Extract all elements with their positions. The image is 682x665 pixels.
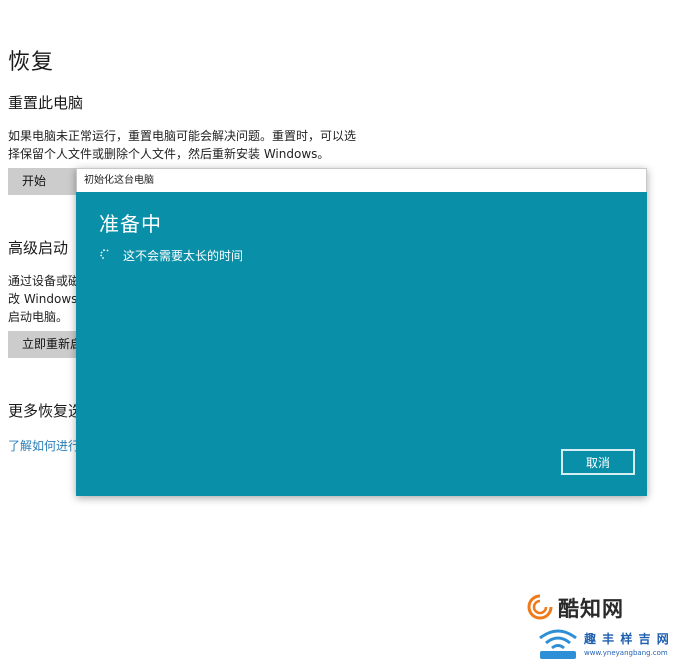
watermark-brand2-url: www.yneyangbang.com	[584, 649, 668, 657]
watermark-brand2-text: 趣 丰 样 吉 网	[584, 632, 670, 646]
page-title: 恢复	[8, 50, 55, 75]
reset-pc-dialog: 初始化这台电脑 准备中 这不会需要太长的时间 取消	[76, 168, 647, 496]
advanced-startup-description-line2: 改 Windows	[8, 292, 78, 306]
watermark-brand1: 酷知网	[526, 592, 666, 622]
loading-spinner-icon	[100, 249, 109, 259]
more-recovery-title: 更多恢复选	[8, 402, 84, 420]
advanced-startup-description: 通过设备或磁 改 Windows 启动电脑。	[8, 272, 80, 326]
advanced-startup-description-line3: 启动电脑。	[8, 310, 69, 324]
advanced-startup-description-line1: 通过设备或磁	[8, 274, 81, 288]
reset-pc-description-line2: 择保留个人文件或删除个人文件，然后重新安装 Windows。	[8, 147, 330, 161]
learn-more-link[interactable]: 了解如何进行	[8, 437, 80, 454]
reset-pc-description-line1: 如果电脑未正常运行，重置电脑可能会解决问题。重置时，可以选	[8, 129, 357, 143]
dialog-status-text: 这不会需要太长的时间	[123, 249, 244, 263]
watermark-brand2: 趣 丰 样 吉 网 www.yneyangbang.com	[536, 624, 676, 662]
dialog-heading: 准备中	[99, 212, 162, 236]
wifi-house-icon	[539, 629, 577, 659]
dialog-titlebar: 初始化这台电脑	[76, 168, 647, 192]
recovery-settings-page: 恢复 重置此电脑 如果电脑未正常运行，重置电脑可能会解决问题。重置时，可以选 择…	[0, 0, 682, 665]
reset-pc-description: 如果电脑未正常运行，重置电脑可能会解决问题。重置时，可以选 择保留个人文件或删除…	[8, 127, 356, 163]
start-reset-button[interactable]: 开始	[8, 168, 80, 195]
dialog-body: 准备中 这不会需要太长的时间 取消	[76, 192, 647, 496]
reset-pc-title: 重置此电脑	[8, 94, 84, 112]
watermark-logo-icon	[527, 594, 553, 620]
watermark-brand1-text: 酷知网	[558, 597, 624, 621]
advanced-startup-title: 高级启动	[8, 239, 69, 257]
cancel-button[interactable]: 取消	[561, 449, 635, 475]
